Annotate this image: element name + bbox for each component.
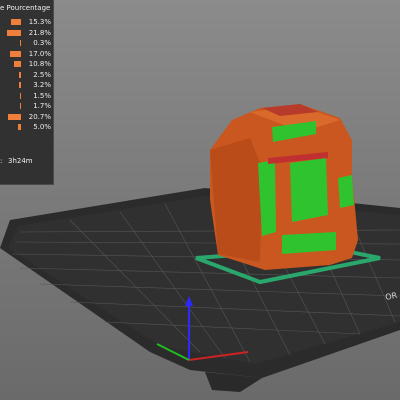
legend-percentage: 1.7% [33,102,51,110]
legend-row: 1.7% [0,101,53,111]
legend-row: 20.7% [0,112,53,122]
legend-percentage: 1.5% [33,91,51,100]
legend-percentage: 5.0% [33,123,51,131]
legend-row: 3.2% [0,80,53,90]
legend-percentage: 21.8% [28,28,51,37]
legend-header: e Pourcentage [0,4,50,12]
legend-bar [7,29,21,36]
3d-viewport[interactable]: OR [0,0,400,400]
legend-percentage: 17.0% [28,49,51,58]
time-value: 3h24m [8,157,33,165]
legend-row: 0.3% [0,38,53,48]
legend-bar [14,61,21,67]
time-label: : [0,157,3,165]
legend-percentage: 2.5% [33,70,51,79]
legend-bar [19,103,21,109]
legend-row: 17.0% [0,49,53,59]
legend-bar [19,71,21,78]
sliced-model[interactable] [210,104,358,270]
legend-bar [20,40,21,46]
legend-row: 21.8% [0,28,53,38]
legend-percentage: 0.3% [33,39,51,47]
legend-bar [18,82,21,88]
legend-percentage: 20.7% [28,112,51,121]
top-solid-5 [338,175,354,208]
top-solid-2 [290,158,328,222]
legend-row: 1.5% [0,91,53,101]
legend-panel: e Pourcentage 15.3% 21.8% 0.3% 17.0% 10.8% 2.… [0,0,54,185]
legend-header-prefix: e [0,4,5,12]
legend-row: 10.8% [0,59,53,69]
legend-bar [11,19,21,25]
legend-bar [10,50,21,57]
legend-row: 15.3% [0,17,53,27]
legend-bar [7,113,21,120]
legend-percentage: 3.2% [33,81,51,89]
legend-row: 2.5% [0,70,53,80]
legend-percentage: 15.3% [28,18,51,26]
legend-percentage: 10.8% [28,60,51,68]
legend-bar [17,124,21,130]
legend-row: 5.0% [0,122,53,132]
legend-bar [20,92,21,99]
legend-header-title: Pourcentage [6,4,51,12]
